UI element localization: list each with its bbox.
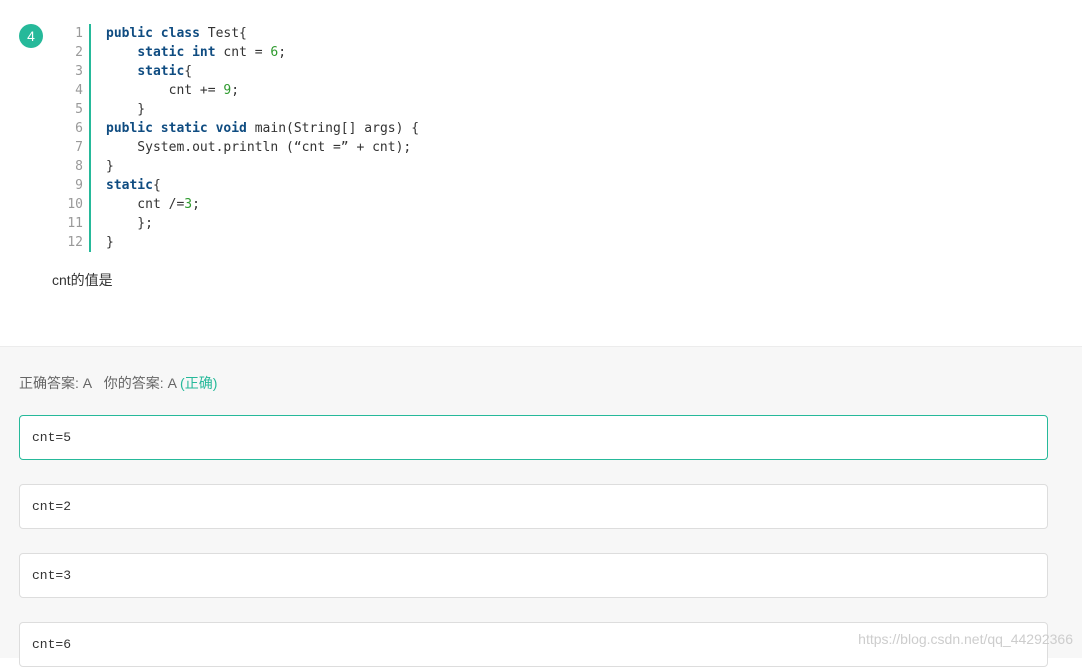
line-number: 6 [75, 121, 83, 136]
answer-option-2[interactable]: cnt=2 [19, 484, 1048, 529]
line-number: 3 [75, 64, 83, 79]
line-number: 9 [75, 178, 83, 193]
watermark: https://blog.csdn.net/qq_44292366 [858, 631, 1073, 647]
code-text: } [106, 100, 145, 119]
line-number: 10 [67, 197, 83, 212]
line-number: 7 [75, 140, 83, 155]
line-number: 12 [67, 235, 83, 250]
code-token: cnt += [106, 83, 224, 98]
code-text: cnt += 9; [106, 81, 239, 100]
code-token: cnt /= [106, 197, 185, 212]
code-text: System.out.println (“cnt =” + cnt); [106, 138, 411, 157]
your-answer-label: 你的答案: A [103, 375, 177, 391]
line-number: 8 [75, 159, 83, 174]
answer-option-3[interactable]: cnt=3 [19, 553, 1048, 598]
code-keyword: public class [106, 26, 200, 41]
code-token: { [152, 178, 161, 193]
line-number: 2 [75, 45, 83, 60]
answer-option-1[interactable]: cnt=5 [19, 415, 1048, 460]
code-keyword: static [106, 178, 153, 193]
code-token: ; [192, 197, 200, 212]
line-number: 1 [75, 26, 83, 41]
question-card: 4 1 public class Test{ 2 static int cnt = … [0, 0, 1082, 346]
answer-panel: 正确答案: A 你的答案: A (正确) cnt=5 cnt=2 cnt=3 cnt=… [0, 346, 1082, 667]
question-prompt: cnt的值是 [52, 272, 113, 288]
code-token: }; [106, 216, 153, 231]
code-token: ; [278, 45, 287, 60]
code-text: static{ [106, 62, 192, 81]
line-number: 5 [75, 102, 83, 117]
code-token: } [106, 159, 114, 174]
code-token: { [184, 64, 193, 79]
code-keyword: static int [137, 45, 216, 60]
code-text: } [106, 233, 114, 252]
code-token: } [106, 102, 146, 117]
answer-summary: 正确答案: A 你的答案: A (正确) [19, 373, 217, 393]
correct-answer-label: 正确答案: A [19, 375, 93, 391]
code-text: public class Test{ [106, 24, 247, 43]
code-token: Test{ [199, 26, 247, 41]
code-text: cnt /=3; [106, 195, 200, 214]
code-token: cnt = [215, 45, 271, 60]
question-number-badge: 4 [19, 24, 43, 48]
answer-status: (正确) [180, 375, 218, 391]
code-text: static int cnt = 6; [106, 43, 286, 62]
code-gutter-bar [89, 24, 91, 252]
code-token: main(String[] args) { [246, 121, 420, 136]
code-keyword: static [137, 64, 185, 79]
line-number: 4 [75, 83, 83, 98]
code-text: static{ [106, 176, 161, 195]
code-text: } [106, 157, 114, 176]
code-text: }; [106, 214, 153, 233]
code-keyword: public static void [106, 121, 247, 136]
code-number: 3 [184, 197, 193, 212]
code-token: } [106, 235, 114, 250]
line-number: 11 [67, 216, 83, 231]
code-text: public static void main(String[] args) { [106, 119, 419, 138]
code-token: System.out.println (“cnt =” + cnt); [106, 140, 412, 155]
code-token: ; [231, 83, 240, 98]
